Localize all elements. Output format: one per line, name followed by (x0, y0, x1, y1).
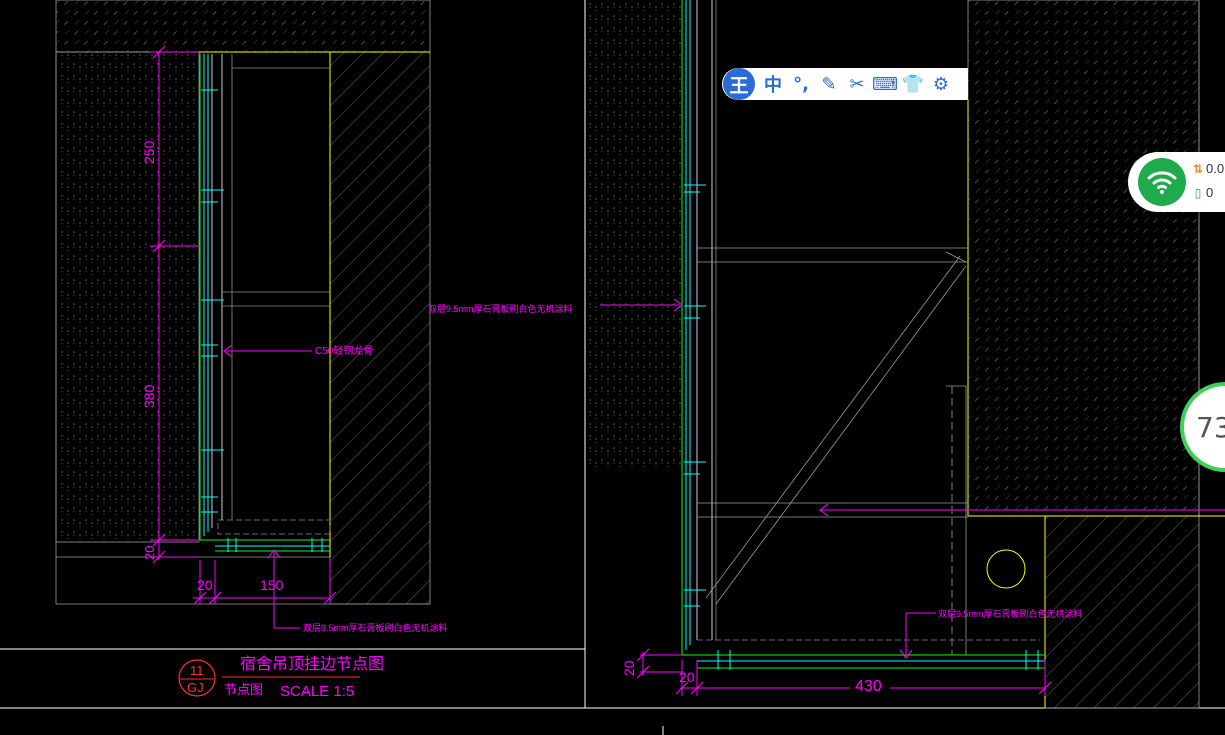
right-dim-20-vertical: 20 (621, 660, 637, 676)
phone-icon: ▯ (1194, 185, 1202, 200)
wifi-icon[interactable] (1138, 158, 1186, 206)
right-note-board: 双层9.5mm厚石膏板刷白色无机涂料 (938, 608, 1083, 619)
detail-badge-number: 11 (190, 663, 204, 678)
left-dim-250: 250 (141, 140, 157, 164)
right-concrete-upper (967, 0, 1200, 517)
right-detail: 20 20 430 双层9.5mm厚石膏板刷白色无机涂料 (587, 0, 1225, 709)
title-block: 11 GJ 宿舍吊顶挂边节点图 节点图 SCALE 1:5 (178, 655, 384, 700)
ime-scissors-button[interactable]: ✂ (843, 70, 871, 98)
left-dim-150: 150 (260, 577, 284, 593)
right-dim-20-horizontal: 20 (679, 669, 695, 685)
ime-settings-button[interactable]: ⚙ (927, 70, 955, 98)
left-note-bottom: 双层9.5mm厚石膏板刷白色无机涂料 (303, 622, 448, 633)
ime-handwriting-button[interactable]: ✎ (815, 70, 843, 98)
detail-badge-sheet: GJ (187, 680, 204, 695)
pipe-circle (986, 549, 1026, 589)
left-top-slab (55, 0, 431, 53)
ime-logo-icon[interactable]: 王 (723, 68, 755, 100)
left-right-concrete (329, 51, 431, 605)
left-note-keel: C50轻钢龙骨 (315, 344, 373, 357)
detail-scale: SCALE 1:5 (280, 683, 354, 700)
ime-chinese-mode-button[interactable]: 中 (759, 70, 787, 98)
upload-speed-row: ⇅ 0.0 (1190, 161, 1224, 176)
detail-subtitle: 节点图 (224, 682, 263, 697)
left-dim-20-vertical: 20 (142, 546, 157, 560)
ime-keyboard-button[interactable]: ⌨ (871, 70, 899, 98)
ime-skin-button[interactable]: 👕 (899, 70, 927, 98)
left-detail: 250 380 20 20 150 双层9.5mm厚石膏板刷白色无机涂料 C50… (55, 0, 573, 633)
network-widget[interactable]: ⇅ 0.0 ▯ 0 (1128, 152, 1225, 212)
left-dim-380: 380 (141, 384, 157, 408)
download-speed-value: 0 (1206, 185, 1214, 200)
left-brick-wall (55, 51, 200, 543)
right-brick-wall (587, 0, 682, 470)
left-dim-20-horizontal: 20 (197, 577, 213, 593)
upload-speed-value: 0.0 (1206, 161, 1225, 176)
ime-punctuation-button[interactable]: °, (787, 70, 815, 98)
download-speed-row: ▯ 0 (1190, 185, 1214, 200)
cad-drawing-canvas[interactable]: 250 380 20 20 150 双层9.5mm厚石膏板刷白色无机涂料 C50… (0, 0, 1225, 735)
detail-title: 宿舍吊顶挂边节点图 (240, 655, 384, 673)
ime-toolbar[interactable]: 王 中 °, ✎ ✂ ⌨ 👕 ⚙ (722, 68, 968, 100)
right-dim-430: 430 (855, 678, 882, 695)
upload-arrows-icon: ⇅ (1192, 161, 1204, 176)
left-note-board: 双层9.5mm厚石膏板刷白色无机涂料 (428, 303, 573, 314)
speed-ball-value: 73 (1196, 410, 1225, 444)
